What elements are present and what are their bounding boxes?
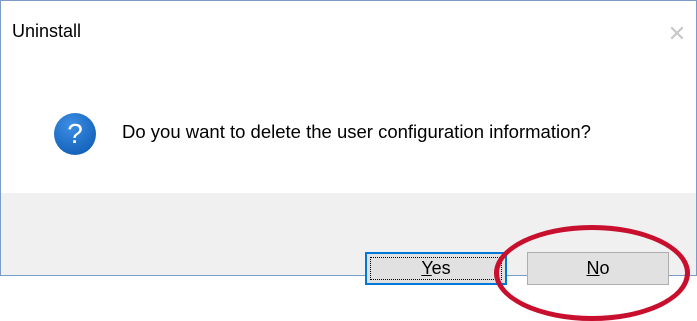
question-icon: ?: [54, 113, 96, 155]
message-text: Do you want to delete the user configura…: [122, 121, 591, 142]
uninstall-dialog: Uninstall ✕ ? Do you want to delete the …: [0, 0, 697, 285]
svg-text:?: ?: [67, 118, 83, 149]
yes-button-label: Yes: [421, 258, 450, 278]
no-button-label: No: [586, 258, 609, 278]
yes-label-rest: es: [431, 258, 451, 278]
button-bar: Yes No: [1, 193, 696, 285]
window-title: Uninstall: [12, 21, 82, 41]
title-bar: Uninstall ✕: [1, 1, 696, 46]
no-label-rest: o: [599, 258, 610, 278]
yes-button[interactable]: Yes: [365, 252, 507, 285]
no-accelerator-key: N: [586, 258, 600, 278]
message-area: ? Do you want to delete the user configu…: [1, 41, 696, 193]
yes-accelerator-key: Y: [421, 258, 432, 278]
no-button[interactable]: No: [527, 252, 669, 285]
